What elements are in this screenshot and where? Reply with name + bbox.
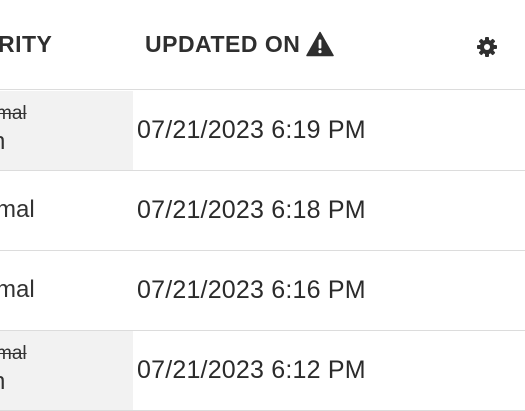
updated-on-cell: 07/21/2023 6:18 PM <box>137 196 366 224</box>
column-header-updated-on-label: UPDATED ON <box>145 31 301 57</box>
table-row[interactable]: mal n 07/21/2023 6:12 PM <box>0 331 525 411</box>
table-row[interactable]: rmal 07/21/2023 6:18 PM <box>0 171 525 251</box>
gear-icon[interactable] <box>476 36 498 58</box>
priority-cell: mal n <box>0 91 133 170</box>
table-row[interactable]: mal n 07/21/2023 6:19 PM <box>0 91 525 171</box>
priority-new-value: n <box>0 128 5 156</box>
column-header-priority[interactable]: RITY <box>0 31 52 58</box>
priority-old-value: mal <box>0 103 27 124</box>
table-header: RITY UPDATED ON <box>0 0 525 90</box>
warning-triangle-icon <box>306 31 335 57</box>
priority-value: rmal <box>0 276 35 303</box>
updated-on-cell: 07/21/2023 6:19 PM <box>137 116 366 144</box>
priority-cell: rmal <box>0 251 133 330</box>
priority-cell: rmal <box>0 171 133 250</box>
updated-on-cell: 07/21/2023 6:16 PM <box>137 276 366 304</box>
updated-on-cell: 07/21/2023 6:12 PM <box>137 356 366 384</box>
priority-old-value: mal <box>0 343 27 364</box>
column-header-updated-on[interactable]: UPDATED ON <box>145 31 335 58</box>
priority-cell: mal n <box>0 331 133 410</box>
table-row[interactable]: rmal 07/21/2023 6:16 PM <box>0 251 525 331</box>
priority-new-value: n <box>0 368 5 396</box>
priority-value: rmal <box>0 196 35 223</box>
